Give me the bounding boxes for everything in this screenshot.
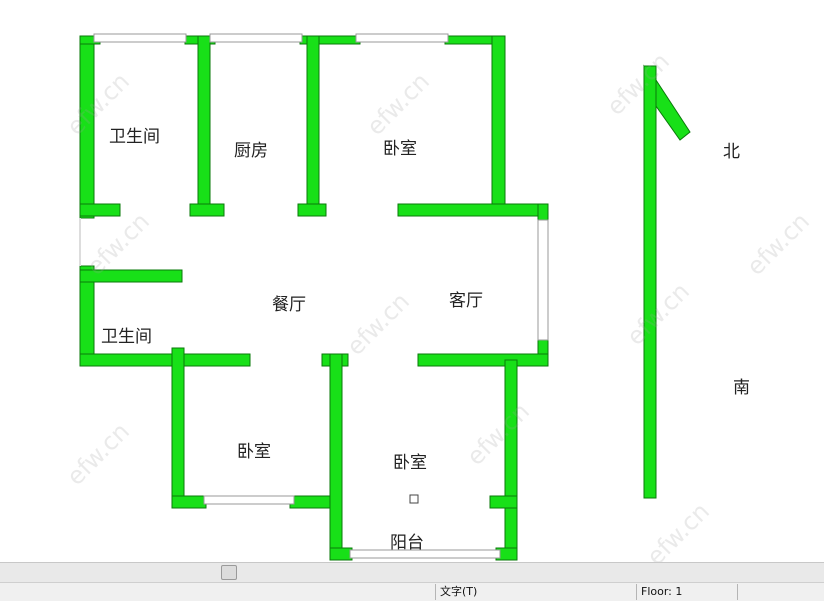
room-label-bedroom-top: 卧室 [383,139,417,159]
room-label-bathroom-top: 卫生间 [109,127,160,147]
compass-south: 南 [733,378,750,398]
window [203,495,295,505]
wall [397,203,549,217]
wall [489,495,518,509]
window [537,219,549,341]
arrow-shaft [643,65,657,499]
compass-north: 北 [723,142,740,162]
room-label-bathroom-mid: 卫生间 [101,327,152,347]
wall [189,203,225,217]
door-marker [409,494,419,504]
window [209,33,303,43]
status-bar: 文字(T) Floor: 1 [0,562,824,601]
horizontal-scrollbar[interactable] [0,563,824,583]
wall [504,359,518,561]
wall [79,203,121,217]
wall [329,547,353,561]
window [355,33,449,43]
status-panel-empty [0,584,434,600]
status-panel-extra [737,584,824,600]
wall [171,347,185,509]
wall [79,269,183,283]
status-mode: 文字(T) [435,584,635,600]
wall [297,203,327,217]
wall [491,35,506,217]
wall [306,35,320,215]
wall [79,35,95,219]
wall [79,353,251,367]
window [93,33,187,43]
status-panels: 文字(T) Floor: 1 [0,583,824,601]
room-label-bedroom-bottom-right: 卧室 [393,453,427,473]
wall [329,353,343,561]
room-label-living: 客厅 [449,291,483,311]
room-label-bedroom-bottom-left: 卧室 [237,442,271,462]
window [349,549,501,559]
room-label-balcony: 阳台 [390,533,424,553]
wall [537,203,549,223]
wall [417,353,549,367]
north-arrow [643,64,691,499]
wall [171,495,207,509]
scrollbar-thumb[interactable] [221,565,237,580]
floor-plan [79,33,691,561]
wall [197,35,211,215]
room-label-dining: 餐厅 [272,295,306,315]
status-floor: Floor: 1 [636,584,736,600]
room-label-kitchen: 厨房 [234,141,268,161]
